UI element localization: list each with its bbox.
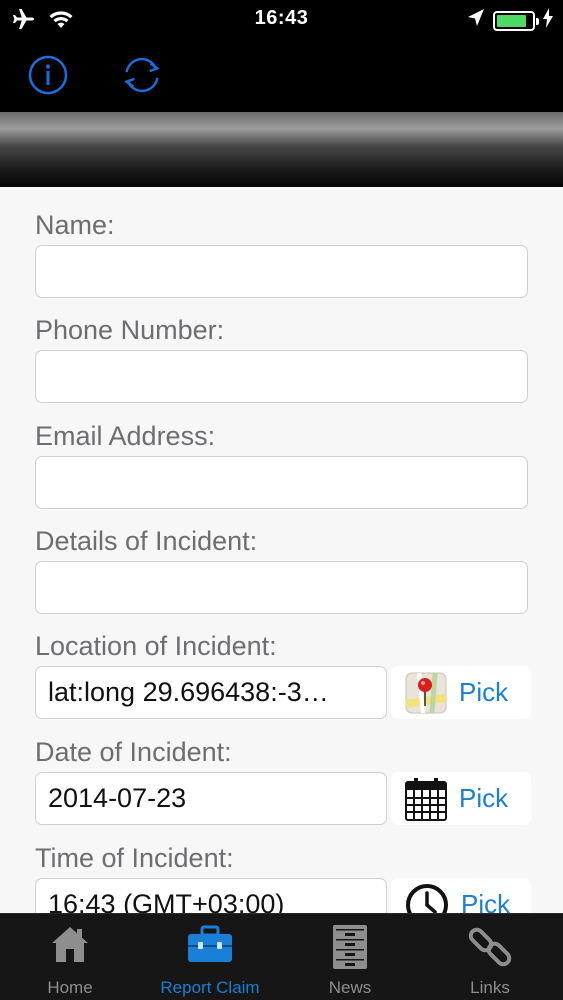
location-pick-label: Pick [459,677,509,707]
tab-bar: Home Report Claim News Links [0,913,563,1000]
top-toolbar [0,38,563,112]
tab-report-claim-label: Report Claim [160,978,260,997]
time-pick-label: Pick [461,889,511,913]
details-label: Details of Incident: [35,526,258,556]
name-field-group: Name: [35,205,528,298]
info-button[interactable] [25,52,71,98]
charging-bolt-icon [543,8,553,33]
briefcase-icon [188,925,232,962]
date-field-group: Date of Incident: 2014-07-23 Pick [35,732,535,827]
tab-home[interactable]: Home [0,914,140,1000]
tab-links[interactable]: Links [420,914,560,1000]
chain-link-icon [468,927,512,967]
header-bar [0,112,563,187]
date-pick-button[interactable]: Pick [391,772,531,825]
name-input[interactable] [35,245,528,298]
tab-home-label: Home [47,978,93,997]
email-input[interactable] [35,456,528,509]
filing-cabinet-icon [333,925,367,969]
email-label: Email Address: [35,421,216,451]
claim-form: Name: Phone Number: Email Address: Detai… [0,187,563,913]
tab-links-label: Links [470,978,510,997]
phone-field-group: Phone Number: [35,310,528,403]
clock-icon [406,883,448,913]
status-bar: 16:43 [0,0,563,38]
time-pick-button[interactable]: Pick [391,878,531,913]
date-value[interactable]: 2014-07-23 [35,772,387,825]
details-field-group: Details of Incident: [35,521,528,614]
location-label: Location of Incident: [35,631,277,661]
battery-icon [493,10,539,31]
refresh-icon [124,57,160,93]
time-value[interactable]: 16:43 (GMT+03:00) [35,878,387,913]
email-field-group: Email Address: [35,416,528,509]
location-arrow-icon [467,8,485,33]
info-icon [28,55,68,95]
tab-report-claim[interactable]: Report Claim [140,914,280,1000]
house-icon [52,927,88,962]
date-label: Date of Incident: [35,737,232,767]
time-field-group: Time of Incident: 16:43 (GMT+03:00) Pick [35,838,535,913]
location-value[interactable]: lat:long 29.696438:-3… [35,666,387,719]
phone-input[interactable] [35,350,528,403]
phone-label: Phone Number: [35,315,225,345]
refresh-button[interactable] [119,52,165,98]
date-pick-label: Pick [459,783,509,813]
location-field-group: Location of Incident: lat:long 29.696438… [35,626,535,721]
location-pick-button[interactable]: Pick [391,666,531,719]
map-pin-icon [405,672,447,713]
calendar-icon [405,777,447,821]
tab-news-label: News [328,978,372,997]
name-label: Name: [35,210,115,240]
details-input[interactable] [35,561,528,614]
time-label: Time of Incident: [35,843,234,873]
tab-news[interactable]: News [280,914,420,1000]
